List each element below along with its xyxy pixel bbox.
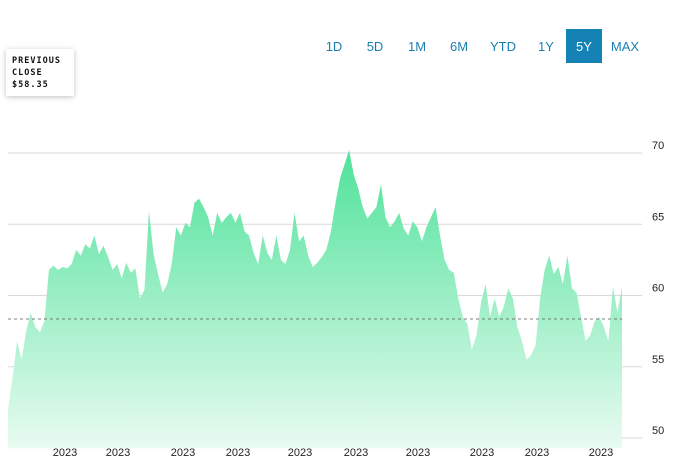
x-tick-label: 2023	[470, 447, 494, 459]
price-chart: 50 55 60 65 70 2023 2023 2023 2023 2023 2023 2023 2…	[8, 140, 664, 459]
x-tick-label: 2023	[288, 447, 312, 459]
y-tick-label: 60	[652, 283, 664, 295]
y-tick-label: 65	[652, 211, 664, 223]
y-tick-label: 70	[652, 140, 664, 152]
y-tick-label: 50	[652, 425, 664, 437]
price-area-series	[8, 150, 622, 449]
y-tick-label: 55	[652, 354, 664, 366]
x-tick-label: 2023	[344, 447, 368, 459]
x-tick-label: 2023	[53, 447, 77, 459]
x-tick-label: 2023	[406, 447, 430, 459]
x-tick-label: 2023	[171, 447, 195, 459]
x-tick-label: 2023	[525, 447, 549, 459]
x-tick-label: 2023	[226, 447, 250, 459]
x-tick-label: 2023	[106, 447, 130, 459]
x-tick-label: 2023	[589, 447, 613, 459]
